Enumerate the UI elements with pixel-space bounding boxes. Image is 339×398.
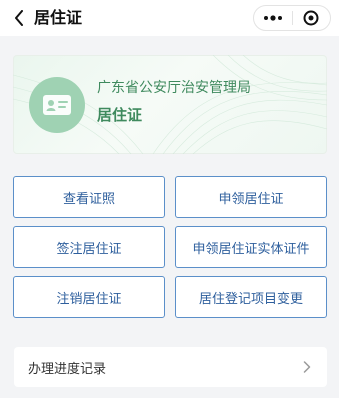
progress-record-row[interactable]: 办理进度记录 (14, 347, 327, 387)
apply-permit-button[interactable]: 申领居住证 (175, 176, 327, 218)
mini-program-capsule (253, 5, 331, 31)
more-dots-icon (263, 15, 282, 21)
card-title: 居住证 (97, 106, 143, 124)
progress-record-label: 办理进度记录 (28, 361, 107, 377)
page-title: 居住证 (34, 8, 83, 27)
change-registration-button[interactable]: 居住登记项目变更 (175, 276, 327, 318)
issuing-organization: 广东省公安厅治安管理局 (97, 80, 251, 96)
endorse-permit-button[interactable]: 签注居住证 (13, 226, 165, 268)
top-nav-bar: 居住证 (0, 0, 339, 36)
view-license-button[interactable]: 查看证照 (13, 176, 165, 218)
page: 居住证 广东省公安厅治安管理局 居住证 查看证照 申领居住证 签注居住证 申领居… (0, 0, 339, 398)
residence-permit-card: 广东省公安厅治安管理局 居住证 (13, 55, 327, 154)
apply-physical-card-button[interactable]: 申领居住证实体证件 (175, 226, 327, 268)
chevron-left-icon (15, 10, 23, 26)
more-button[interactable] (254, 6, 292, 30)
back-button[interactable] (8, 6, 30, 30)
cancel-permit-button[interactable]: 注销居住证 (13, 276, 165, 318)
circle-target-icon (303, 10, 319, 26)
id-card-icon (29, 77, 85, 133)
close-mini-program-button[interactable] (292, 6, 330, 30)
chevron-right-icon (301, 361, 313, 373)
